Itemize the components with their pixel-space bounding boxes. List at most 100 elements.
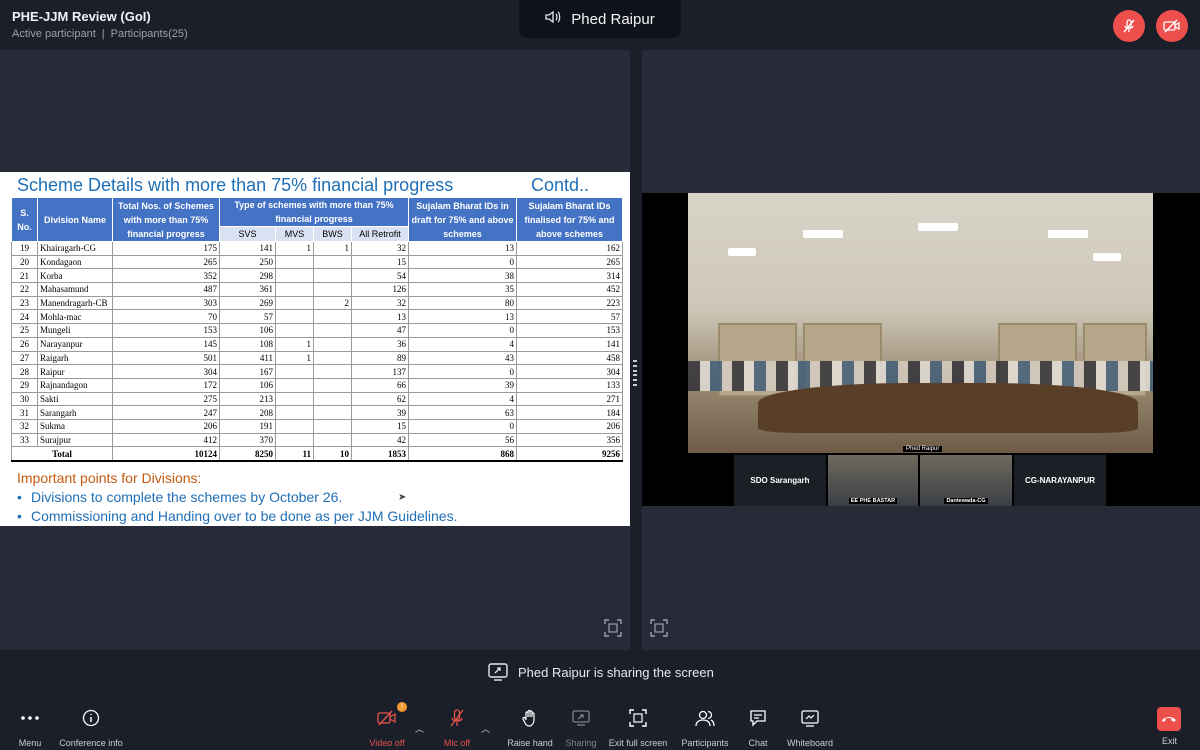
cell-retrofit: 126	[350, 282, 410, 297]
participants-link[interactable]: Participants(25)	[111, 28, 188, 40]
sharing-label: Sharing	[565, 738, 597, 748]
cell-total: 352	[112, 268, 220, 284]
video-off-icon	[1163, 19, 1180, 33]
cell-total: 304	[112, 364, 220, 379]
cell-svs: 250	[219, 254, 276, 270]
cell-total: 175	[112, 241, 220, 256]
cell-division: Mungeli	[37, 323, 113, 338]
conference-room-video	[688, 193, 1153, 453]
cell-bws	[313, 268, 352, 284]
cell-division: Raigarh	[37, 350, 113, 366]
cell-svs: 167	[219, 364, 276, 379]
cell-division: Mahasamund	[37, 282, 113, 297]
cell-draft: 4	[408, 391, 518, 407]
stop-video-button[interactable]	[1156, 10, 1188, 42]
participants-label: Participants	[681, 738, 729, 748]
cell-draft: 80	[408, 295, 518, 311]
header-division: Division Name	[37, 197, 113, 242]
header-type: Type of schemes with more than 75% finan…	[218, 197, 410, 227]
video-off-icon	[377, 706, 397, 730]
cell-svs: 411	[219, 350, 276, 366]
cell-svs: 57	[219, 309, 276, 325]
cell-mvs	[275, 391, 314, 407]
table-row: 28 Raipur 304 167 137 0 304	[11, 364, 624, 379]
cell-finalised: 184	[516, 405, 624, 420]
header-finalised: Sujalam Bharat IDs finalised for 75% and…	[516, 197, 624, 242]
participant-video[interactable]: Phed Raipur SDO Sarangarh EE PHE BASTAR …	[642, 193, 1200, 506]
cell-division: Raipur	[37, 364, 113, 379]
whiteboard-label: Whiteboard	[786, 738, 834, 748]
cell-finalised: 223	[516, 295, 624, 311]
cell-bws	[313, 336, 352, 352]
cell-sno: 33	[11, 432, 38, 448]
cell-bws	[313, 418, 352, 434]
exit-button[interactable]	[1157, 707, 1181, 731]
cell-sno: 24	[11, 309, 38, 325]
cell-finalised: 356	[516, 432, 624, 448]
exit-full-screen-button[interactable]: Exit full screen	[603, 706, 673, 748]
cell-finalised: 141	[516, 336, 624, 352]
participants-icon	[695, 706, 715, 730]
cell-sno: 19	[11, 241, 38, 256]
cell-svs: 108	[219, 336, 276, 352]
cell-bws: 10	[313, 446, 352, 463]
cell-division: Narayanpur	[37, 336, 113, 352]
cell-sno: 25	[11, 323, 38, 338]
cell-mvs	[275, 405, 314, 420]
hang-up-icon	[1162, 717, 1176, 722]
speaker-icon	[545, 10, 561, 29]
pane-resize-handle[interactable]	[633, 360, 637, 386]
mute-mic-button[interactable]	[1113, 10, 1145, 42]
bullet-text: Divisions to complete the schemes by Oct…	[31, 489, 343, 505]
cell-svs: 8250	[219, 446, 276, 463]
slide-contd: Contd..	[531, 175, 590, 195]
cell-retrofit: 137	[350, 364, 410, 379]
active-speaker-pill: Phed Raipur	[519, 0, 681, 38]
fullscreen-icon[interactable]	[650, 619, 668, 637]
cell-retrofit: 47	[350, 323, 410, 338]
header-bws: BWS	[313, 226, 352, 242]
bullet-text: Commissioning and Handing over to be don…	[31, 508, 458, 524]
cell-bws	[313, 309, 352, 325]
cell-mvs: 1	[275, 241, 314, 256]
whiteboard-button[interactable]: Whiteboard	[775, 706, 845, 748]
cell-total: 145	[112, 336, 220, 352]
cell-division: Khairagarh-CG	[37, 241, 113, 256]
screen-share-icon	[488, 663, 508, 686]
table-row: 25 Mungeli 153 106 47 0 153	[11, 323, 624, 338]
cell-total: 501	[112, 350, 220, 366]
exit-fullscreen-icon	[629, 706, 647, 730]
table-row: 32 Sukma 206 191 15 0 206	[11, 418, 624, 434]
cell-sno: 27	[11, 350, 38, 366]
cell-bws: 2	[313, 295, 352, 311]
participant-tile[interactable]: SDO Sarangarh	[734, 455, 826, 506]
participant-tile[interactable]: Dantewada-CG	[920, 455, 1012, 506]
cell-svs: 361	[219, 282, 276, 297]
cell-retrofit: 1853	[350, 446, 410, 463]
chat-icon	[749, 706, 767, 730]
cell-sno: 22	[11, 282, 38, 297]
cell-svs: 370	[219, 432, 276, 448]
participant-tile[interactable]: EE PHE BASTAR	[828, 455, 918, 506]
bullet-item: • Commissioning and Handing over to be do…	[17, 508, 458, 524]
cell-svs: 213	[219, 391, 276, 407]
cell-finalised: 206	[516, 418, 624, 434]
cell-draft: 0	[408, 254, 518, 270]
conference-info-button[interactable]: Conference info	[56, 706, 126, 748]
cell-division: Rajnandagon	[37, 377, 113, 393]
cell-total: 487	[112, 282, 220, 297]
cell-mvs	[275, 364, 314, 379]
cell-division: Manendragarh-CB	[37, 295, 113, 311]
cell-retrofit: 39	[350, 405, 410, 420]
cell-sno: 26	[11, 336, 38, 352]
mic-options-caret-icon[interactable]: ︿	[481, 722, 490, 735]
participant-name: Dantewada-CG	[944, 498, 988, 504]
participant-tile[interactable]: CG-NARAYANPUR	[1014, 455, 1106, 506]
cell-retrofit: 42	[350, 432, 410, 448]
table-row: 26 Narayanpur 145 108 1 36 4 141	[11, 336, 624, 352]
fullscreen-icon[interactable]	[604, 619, 622, 637]
conference-info-label: Conference info	[59, 738, 123, 748]
cell-finalised: 458	[516, 350, 624, 366]
header-retrofit: All Retrofit	[350, 226, 410, 242]
video-off-button[interactable]: Video off	[352, 706, 422, 748]
